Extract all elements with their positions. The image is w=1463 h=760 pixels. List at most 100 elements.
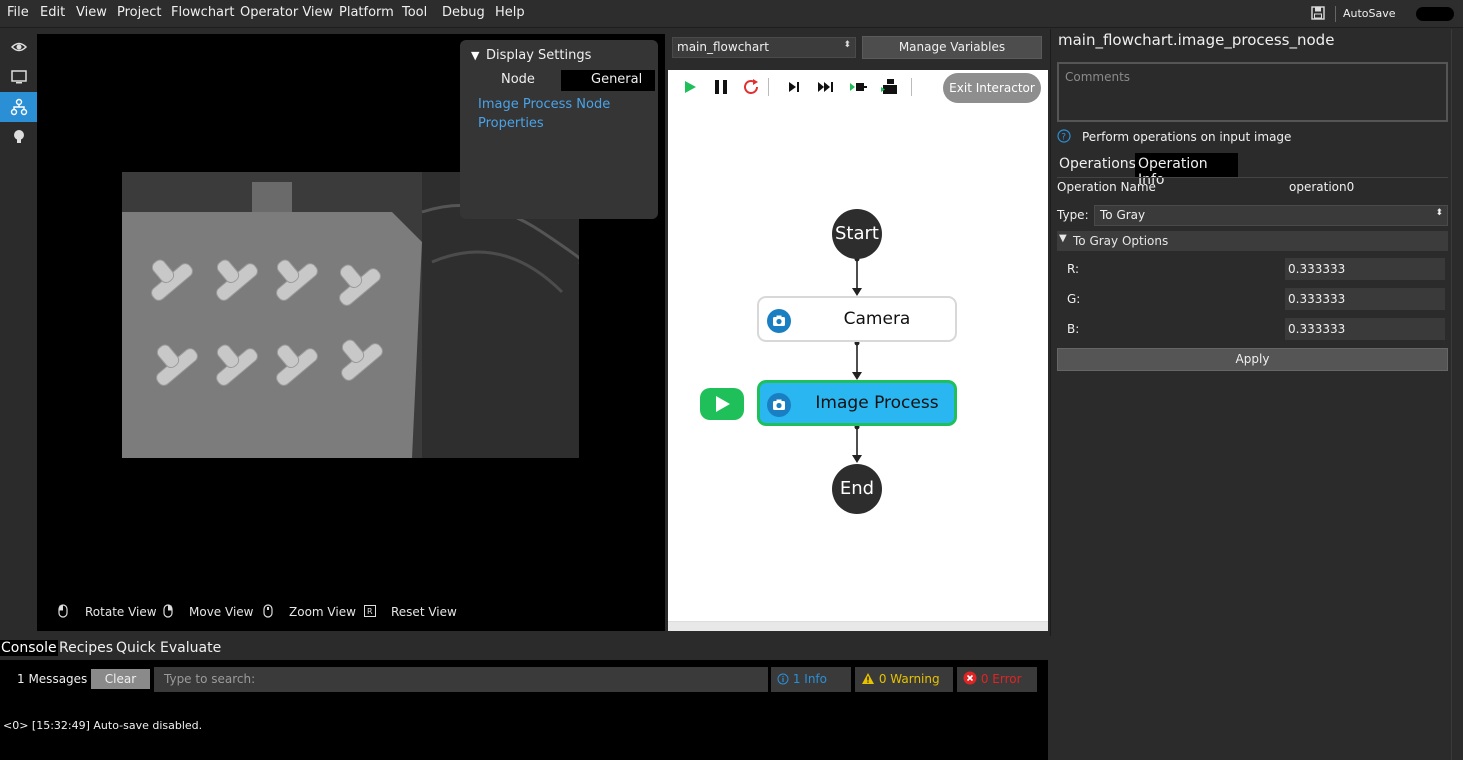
clear-button[interactable]: Clear bbox=[91, 669, 150, 689]
console-log-line: <0> [15:32:49] Auto-save disabled. bbox=[3, 719, 203, 732]
b-input[interactable]: 0.333333 bbox=[1285, 318, 1445, 340]
menu-platform[interactable]: Platform bbox=[339, 5, 394, 20]
info-icon bbox=[777, 673, 789, 685]
svg-text:?: ? bbox=[1061, 133, 1066, 143]
b-row: B: 0.333333 bbox=[1057, 318, 1448, 340]
camera-node-label: Camera bbox=[843, 309, 911, 329]
error-filter-button[interactable]: 0 Error bbox=[957, 667, 1037, 692]
spinner-arrows-icon: ⬍ bbox=[843, 40, 851, 50]
flowchart-icon bbox=[10, 98, 27, 116]
display-settings-panel: ▼ Display Settings Node General Image Pr… bbox=[460, 40, 658, 219]
monitor-tool-button[interactable] bbox=[0, 62, 37, 92]
camera-icon-2 bbox=[767, 393, 791, 417]
tab-general[interactable]: General bbox=[561, 70, 655, 91]
tab-operations[interactable]: Operations bbox=[1059, 156, 1136, 172]
tab-divider bbox=[1057, 177, 1448, 178]
key-r-icon: R bbox=[364, 605, 376, 617]
mouse-left-icon bbox=[58, 604, 68, 618]
info-filter-button[interactable]: 1 Info bbox=[771, 667, 851, 692]
tab-general-label: General bbox=[591, 72, 643, 87]
vision-tool-button[interactable] bbox=[0, 32, 37, 62]
g-input[interactable]: 0.333333 bbox=[1285, 288, 1445, 310]
node-properties-link-line2[interactable]: Properties bbox=[478, 116, 544, 131]
type-row: Type: To Gray ⬍ bbox=[1057, 205, 1448, 227]
info-count: 1 Info bbox=[792, 672, 827, 686]
camera-node[interactable]: Camera bbox=[757, 296, 957, 342]
warning-count: 0 Warning bbox=[878, 672, 940, 686]
tab-console[interactable]: Console bbox=[0, 640, 58, 656]
eye-icon bbox=[10, 42, 27, 52]
menu-tool[interactable]: Tool bbox=[402, 5, 427, 20]
display-settings-title: Display Settings bbox=[486, 48, 592, 63]
operation-name-value[interactable]: operation0 bbox=[1289, 180, 1354, 194]
comments-placeholder: Comments bbox=[1065, 70, 1131, 84]
g-row: G: 0.333333 bbox=[1057, 288, 1448, 310]
menu-debug[interactable]: Debug bbox=[442, 5, 485, 20]
type-label: Type: bbox=[1057, 208, 1089, 222]
node-title: main_flowchart.image_process_node bbox=[1058, 31, 1335, 49]
menu-operator-view[interactable]: Operator View bbox=[240, 5, 333, 20]
image-viewer[interactable]: ▼ Display Settings Node General Image Pr… bbox=[37, 34, 665, 631]
help-icon[interactable]: ? bbox=[1057, 129, 1071, 143]
to-gray-options-label: To Gray Options bbox=[1073, 234, 1169, 248]
tab-quick-evaluate[interactable]: Quick Evaluate bbox=[116, 640, 221, 656]
messages-count: 1 Messages bbox=[17, 672, 88, 686]
type-select[interactable]: To Gray ⬍ bbox=[1094, 205, 1448, 226]
rotate-view-hint: Rotate View bbox=[85, 605, 157, 619]
r-row: R: 0.333333 bbox=[1057, 258, 1448, 280]
menu-separator bbox=[1335, 6, 1336, 22]
error-icon bbox=[963, 671, 977, 685]
console-splitter[interactable] bbox=[1048, 636, 1051, 760]
flowchart-select[interactable]: main_flowchart ⬍ bbox=[672, 37, 856, 58]
left-toolbar bbox=[0, 29, 37, 631]
type-select-value: To Gray bbox=[1100, 208, 1146, 222]
flowchart-canvas[interactable]: Exit Interactor Start Camera Image Proce… bbox=[668, 70, 1048, 630]
g-label: G: bbox=[1067, 292, 1081, 306]
spinner-arrows-icon: ⬍ bbox=[1435, 208, 1443, 218]
manage-variables-button[interactable]: Manage Variables bbox=[862, 36, 1042, 59]
flowchart-tool-button[interactable] bbox=[0, 92, 37, 122]
tab-recipes[interactable]: Recipes bbox=[59, 640, 113, 656]
r-input[interactable]: 0.333333 bbox=[1285, 258, 1445, 280]
hint-tool-button[interactable] bbox=[0, 122, 37, 152]
flow-connectors bbox=[852, 256, 862, 463]
monitor-icon bbox=[10, 70, 27, 84]
menu-project[interactable]: Project bbox=[117, 5, 161, 20]
menu-view[interactable]: View bbox=[76, 5, 107, 20]
reset-view-hint: Reset View bbox=[391, 605, 457, 619]
to-gray-options-header[interactable]: ▼ To Gray Options bbox=[1057, 231, 1448, 251]
autosave-toggle[interactable] bbox=[1416, 7, 1454, 21]
mouse-right-icon bbox=[163, 604, 173, 618]
tab-operation-info[interactable]: Operation Info bbox=[1135, 153, 1238, 188]
run-node-play-icon[interactable] bbox=[700, 388, 744, 420]
warning-icon bbox=[862, 673, 874, 684]
console-tabs: Console Recipes Quick Evaluate bbox=[0, 636, 1048, 660]
start-node[interactable]: Start bbox=[832, 209, 882, 259]
move-view-hint: Move View bbox=[189, 605, 254, 619]
camera-icon bbox=[767, 309, 791, 333]
right-scrollbar[interactable] bbox=[1451, 29, 1463, 760]
r-label: R: bbox=[1067, 262, 1080, 276]
flowchart-scrollbar[interactable] bbox=[668, 621, 1048, 631]
save-icon[interactable] bbox=[1311, 6, 1325, 20]
menu-edit[interactable]: Edit bbox=[40, 5, 65, 20]
node-properties-link[interactable]: Image Process Node bbox=[478, 97, 610, 112]
image-process-node[interactable]: Image Process bbox=[757, 380, 957, 426]
collapse-triangle-icon[interactable]: ▼ bbox=[471, 49, 479, 62]
console-search-input[interactable]: Type to search: bbox=[154, 667, 768, 692]
console-panel: 1 Messages Clear Type to search: 1 Info … bbox=[0, 660, 1048, 760]
b-label: B: bbox=[1067, 322, 1080, 336]
warning-filter-button[interactable]: 0 Warning bbox=[855, 667, 953, 692]
tab-node[interactable]: Node bbox=[501, 72, 535, 87]
menu-file[interactable]: File bbox=[7, 5, 29, 20]
comments-field[interactable]: Comments bbox=[1057, 62, 1448, 122]
flowchart-select-value: main_flowchart bbox=[677, 40, 769, 54]
end-node[interactable]: End bbox=[832, 464, 882, 514]
lightbulb-icon bbox=[13, 130, 24, 143]
menu-flowchart[interactable]: Flowchart bbox=[171, 5, 234, 20]
collapse-triangle-icon: ▼ bbox=[1059, 233, 1067, 244]
svg-text:R: R bbox=[367, 607, 373, 616]
operation-name-row: Operation Name operation0 bbox=[1057, 180, 1448, 202]
menu-help[interactable]: Help bbox=[495, 5, 525, 20]
apply-button[interactable]: Apply bbox=[1057, 348, 1448, 371]
